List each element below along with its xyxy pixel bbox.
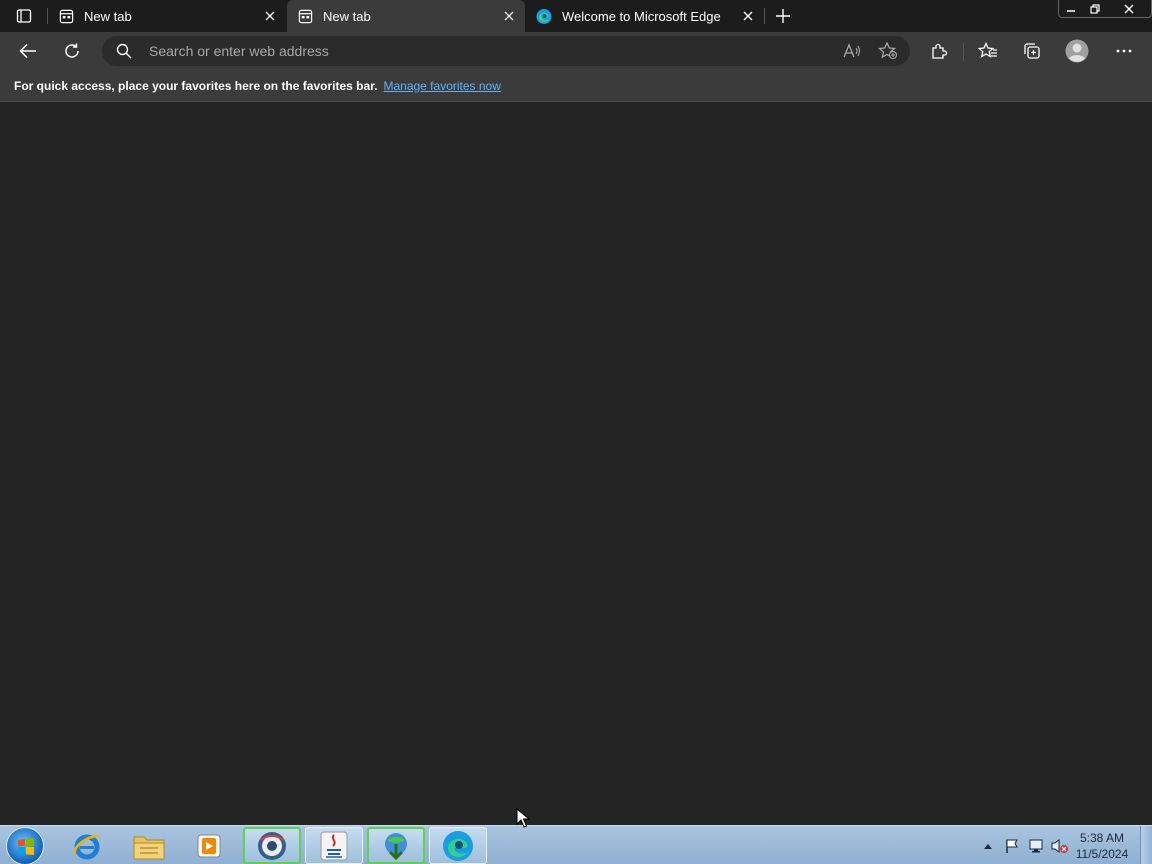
chrome-like-browser-icon: [258, 831, 286, 860]
volume-button[interactable]: [1048, 834, 1072, 858]
windows-logo-icon: [18, 838, 34, 855]
toolbar-divider: [963, 43, 964, 61]
add-favorite-button[interactable]: [876, 40, 900, 62]
tab-separator: [764, 8, 765, 24]
taskbar-java[interactable]: [305, 827, 363, 864]
puzzle-piece-icon: [932, 43, 948, 59]
internet-explorer-icon: [73, 834, 100, 859]
screen: New tab New tab Welcome to Microsoft Edg…: [0, 0, 1152, 864]
close-icon: [1124, 3, 1134, 14]
favorites-bar: For quick access, place your favorites h…: [0, 70, 1152, 102]
avatar-icon: [1065, 39, 1089, 63]
minimize-button[interactable]: [1059, 0, 1083, 17]
browser-toolbar: Search or enter web address: [0, 32, 1152, 70]
favorites-button[interactable]: [973, 37, 1003, 65]
taskbar-browser-app[interactable]: [243, 827, 301, 864]
back-button[interactable]: [13, 37, 43, 65]
clock-time: 5:38 AM: [1079, 830, 1125, 845]
tab-strip: New tab New tab Welcome to Microsoft Edg…: [0, 0, 1152, 32]
tab-actions-icon: [16, 9, 32, 23]
taskbar-download-manager[interactable]: [367, 827, 425, 864]
favorites-bar-message: For quick access, place your favorites h…: [14, 78, 378, 93]
file-explorer-icon: [133, 836, 165, 859]
network-icon: [1029, 839, 1043, 852]
start-button[interactable]: [6, 827, 44, 864]
tab-title: Welcome to Microsoft Edge: [562, 8, 721, 24]
volume-muted-icon: [1051, 838, 1068, 853]
address-bar[interactable]: Search or enter web address: [102, 36, 910, 66]
close-tab-button[interactable]: [738, 6, 758, 26]
chevron-up-icon: [984, 843, 992, 849]
flag-icon: [1006, 839, 1018, 853]
address-input[interactable]: Search or enter web address: [149, 43, 329, 59]
java-icon: [320, 831, 348, 860]
profile-button[interactable]: [1062, 37, 1092, 65]
network-button[interactable]: [1024, 834, 1048, 858]
mouse-cursor-icon: [516, 808, 530, 828]
tab-new-tab-2[interactable]: New tab: [287, 0, 525, 32]
star-add-icon: [878, 42, 898, 60]
taskbar-file-explorer[interactable]: [120, 827, 178, 864]
download-manager-icon: [385, 832, 407, 860]
show-desktop-button[interactable]: [1140, 826, 1152, 864]
edge-icon: [443, 830, 473, 861]
media-player-icon: [197, 834, 221, 857]
tab-title: New tab: [84, 8, 132, 24]
close-icon: [504, 11, 514, 21]
close-tab-button[interactable]: [260, 6, 280, 26]
settings-more-button[interactable]: [1109, 37, 1139, 65]
new-tab-button[interactable]: [770, 4, 796, 28]
extensions-button[interactable]: [924, 37, 954, 65]
search-icon: [116, 43, 132, 59]
refresh-icon: [65, 43, 79, 58]
clock-date: 11/5/2024: [1075, 846, 1129, 861]
tab-welcome-edge[interactable]: Welcome to Microsoft Edge: [526, 0, 764, 32]
edge-logo-icon: [536, 8, 552, 24]
minimize-icon: [1067, 9, 1075, 12]
new-tab-page-icon: [297, 8, 313, 24]
restore-button[interactable]: [1083, 0, 1107, 17]
action-center-button[interactable]: [1000, 834, 1024, 858]
favorites-star-icon: [978, 42, 997, 58]
taskbar: 5:38 AM 11/5/2024: [0, 825, 1152, 864]
read-aloud-button[interactable]: [840, 40, 864, 62]
taskbar-internet-explorer[interactable]: [58, 827, 116, 864]
tab-title: New tab: [323, 8, 371, 24]
collections-button[interactable]: [1017, 37, 1047, 65]
close-window-button[interactable]: [1107, 0, 1151, 17]
plus-icon: [776, 9, 790, 23]
close-icon: [265, 11, 275, 21]
more-dots-icon: [1116, 49, 1132, 53]
page-content: [0, 103, 1152, 825]
restore-icon: [1090, 3, 1100, 14]
system-tray: 5:38 AM 11/5/2024: [976, 826, 1132, 864]
new-tab-page-icon: [58, 8, 74, 24]
taskbar-media-player[interactable]: [180, 827, 238, 864]
tab-new-tab-1[interactable]: New tab: [48, 0, 286, 32]
manage-favorites-link[interactable]: Manage favorites now: [383, 79, 500, 93]
refresh-button[interactable]: [57, 37, 87, 65]
collections-icon: [1024, 43, 1040, 59]
taskbar-clock[interactable]: 5:38 AM 11/5/2024: [1072, 830, 1132, 862]
close-tab-button[interactable]: [499, 6, 519, 26]
back-arrow-icon: [19, 43, 36, 59]
show-hidden-icons-button[interactable]: [976, 834, 1000, 858]
window-controls: [1058, 0, 1152, 18]
close-icon: [743, 11, 753, 21]
read-aloud-icon: [843, 43, 861, 58]
tab-actions-menu-button[interactable]: [10, 5, 38, 27]
taskbar-edge[interactable]: [429, 827, 487, 864]
